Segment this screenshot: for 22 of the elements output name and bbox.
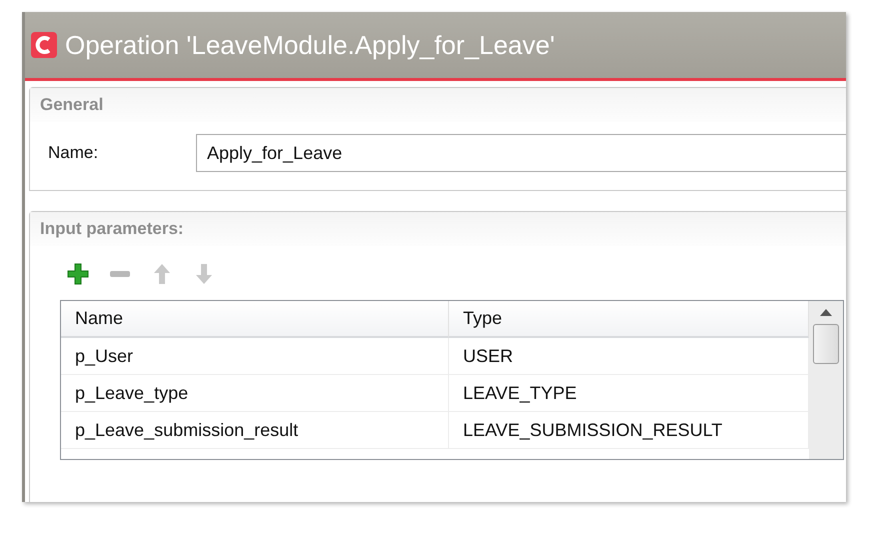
table-cell: LEAVE_TYPE [449, 375, 809, 412]
minus-icon [109, 270, 131, 278]
section-heading: General [40, 95, 104, 115]
name-label: Name: [48, 143, 100, 163]
table-cell: p_User [61, 338, 449, 375]
scroll-thumb[interactable] [813, 324, 839, 364]
table-cell: p_Leave_type [61, 375, 449, 412]
add-button[interactable] [66, 262, 90, 286]
column-header[interactable]: Type [449, 301, 809, 338]
scroll-up-icon [820, 309, 832, 316]
table-cell: LEAVE_SUBMISSION_RESULT [449, 412, 809, 449]
arrow-up-icon [153, 263, 171, 285]
section-heading: Input parameters: [40, 219, 184, 239]
column-header[interactable]: Name [61, 301, 449, 338]
table-cell: USER [449, 338, 809, 375]
name-field[interactable]: Apply_for_Leave [196, 134, 846, 172]
arrow-down-icon [195, 263, 213, 285]
scrollbar[interactable] [809, 301, 843, 459]
app-logo-icon [31, 32, 57, 58]
window-title: Operation 'LeaveModule.Apply_for_Leave' [65, 30, 555, 60]
table-cell: p_Leave_submission_result [61, 412, 449, 449]
plus-icon [67, 263, 89, 285]
